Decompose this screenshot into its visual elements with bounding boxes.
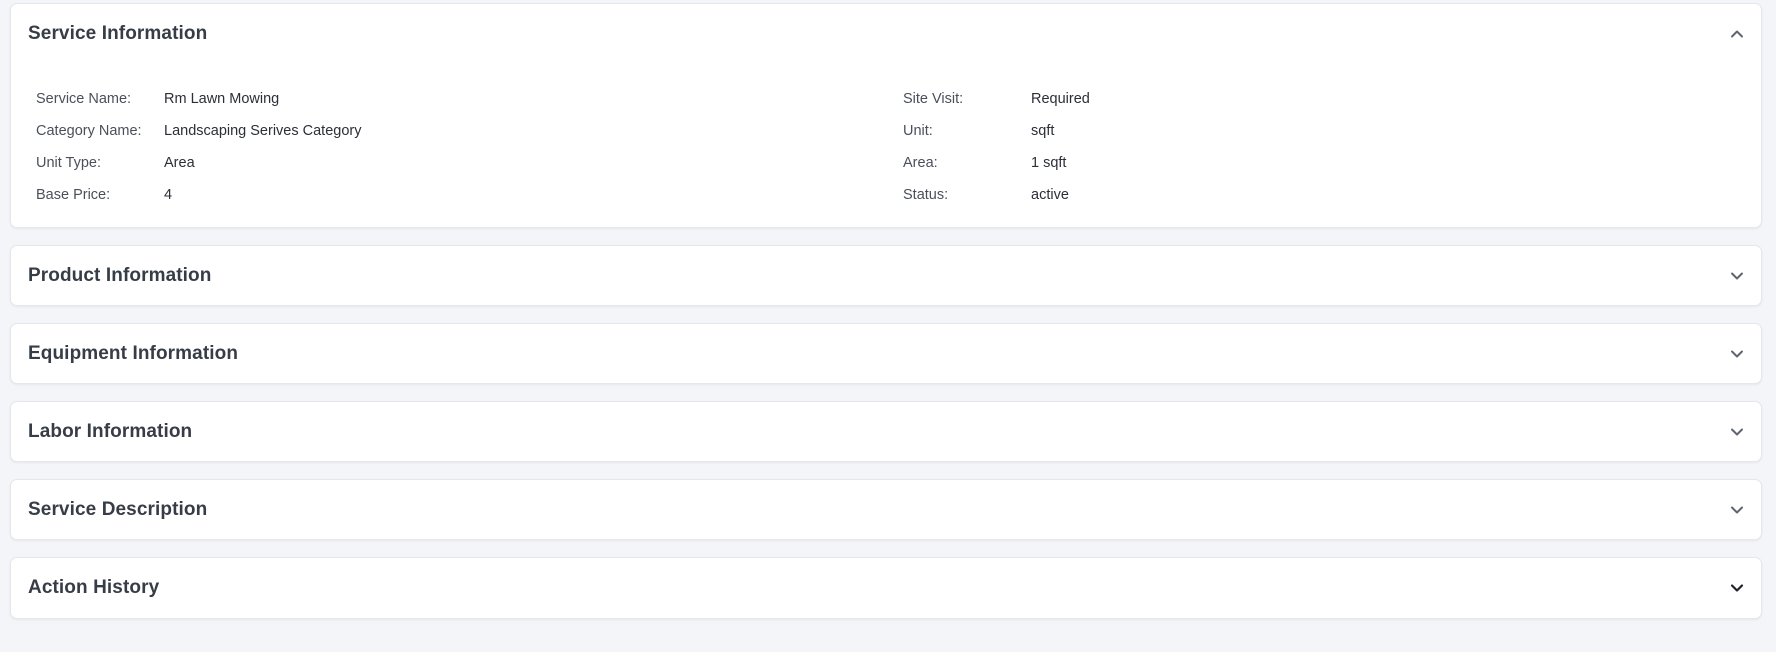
status-label: Status: bbox=[903, 187, 949, 203]
chevron-down-icon[interactable] bbox=[1727, 266, 1747, 286]
category-name-value: Landscaping Serives Category bbox=[164, 123, 362, 139]
equipment-information-title: Equipment Information bbox=[28, 342, 239, 364]
chevron-down-icon[interactable] bbox=[1727, 344, 1747, 364]
labor-information-title: Labor Information bbox=[28, 420, 193, 442]
unit-value: sqft bbox=[1031, 123, 1055, 139]
equipment-information-panel: Equipment Information bbox=[10, 323, 1762, 384]
base-price-label: Base Price: bbox=[36, 187, 111, 203]
status-value: active bbox=[1031, 187, 1069, 203]
area-value: 1 sqft bbox=[1031, 155, 1067, 171]
service-name-label: Service Name: bbox=[36, 91, 132, 107]
action-history-title: Action History bbox=[28, 577, 160, 598]
chevron-down-icon[interactable] bbox=[1727, 500, 1747, 520]
chevron-down-icon[interactable] bbox=[1727, 578, 1747, 598]
action-history-header[interactable]: Action History bbox=[11, 558, 1761, 618]
action-history-panel: Action History bbox=[10, 557, 1762, 619]
category-name-label: Category Name: bbox=[36, 123, 142, 139]
unit-type-label: Unit Type: bbox=[36, 155, 102, 171]
chevron-down-icon[interactable] bbox=[1727, 422, 1747, 442]
equipment-information-header[interactable]: Equipment Information bbox=[11, 324, 1761, 383]
labor-information-panel: Labor Information bbox=[10, 401, 1762, 462]
product-information-panel: Product Information bbox=[10, 245, 1762, 306]
service-information-header[interactable]: Service Information bbox=[11, 4, 1761, 64]
service-description-panel: Service Description bbox=[10, 479, 1762, 540]
service-name-value: Rm Lawn Mowing bbox=[164, 91, 280, 107]
service-information-panel: Service Information Service Name: Rm Law… bbox=[10, 3, 1762, 228]
chevron-up-icon[interactable] bbox=[1727, 24, 1747, 44]
base-price-value: 4 bbox=[164, 187, 173, 203]
unit-label: Unit: bbox=[903, 123, 933, 139]
product-information-header[interactable]: Product Information bbox=[11, 246, 1761, 305]
service-description-header[interactable]: Service Description bbox=[11, 480, 1761, 539]
site-visit-value: Required bbox=[1031, 91, 1090, 107]
unit-type-value: Area bbox=[164, 155, 195, 171]
service-information-title: Service Information bbox=[28, 23, 208, 44]
site-visit-label: Site Visit: bbox=[903, 91, 964, 107]
labor-information-header[interactable]: Labor Information bbox=[11, 402, 1761, 461]
area-label: Area: bbox=[903, 155, 938, 171]
product-information-title: Product Information bbox=[28, 264, 212, 286]
service-description-title: Service Description bbox=[28, 498, 208, 520]
